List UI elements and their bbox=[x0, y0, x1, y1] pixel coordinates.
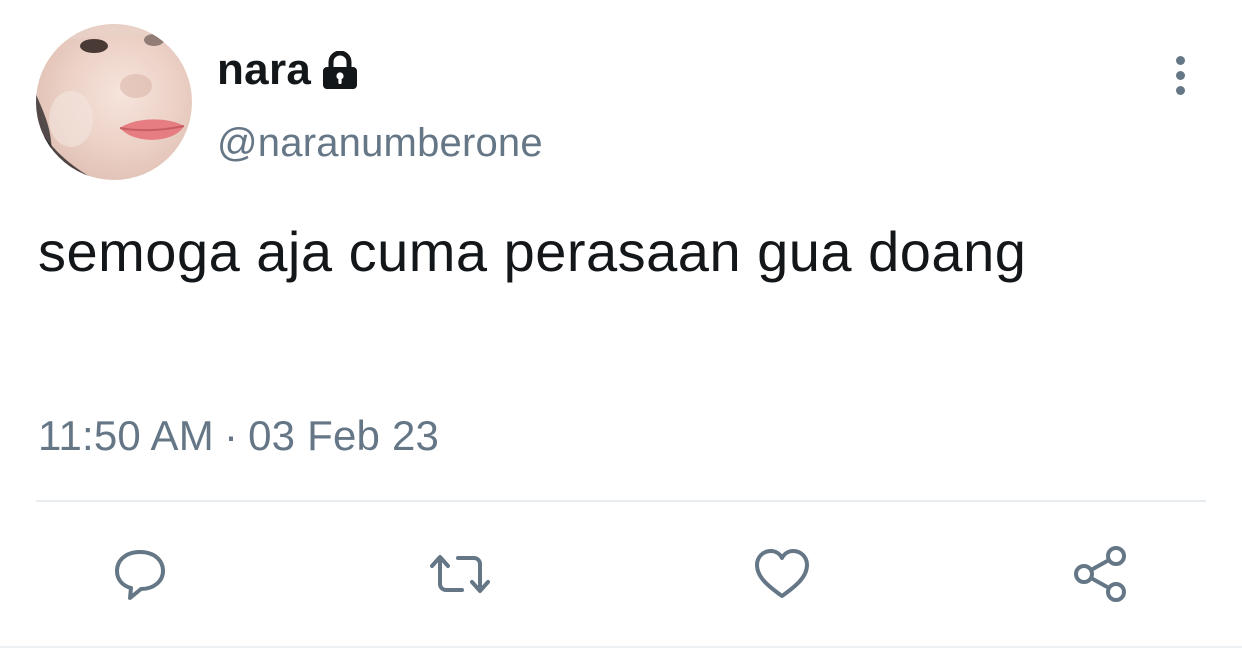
display-name-row: nara bbox=[217, 40, 359, 100]
tweet-date: 03 Feb 23 bbox=[248, 412, 440, 459]
avatar-photo-icon bbox=[36, 24, 192, 180]
tweet-text: semoga aja cuma perasaan gua doang bbox=[38, 220, 1027, 283]
bottom-divider bbox=[0, 646, 1242, 648]
reply-button[interactable] bbox=[108, 542, 172, 606]
tweet-timestamp[interactable]: 11:50 AM · 03 Feb 23 bbox=[38, 412, 439, 460]
more-vertical-icon-dot bbox=[1175, 85, 1185, 95]
reply-icon bbox=[115, 550, 165, 600]
tweet-card: nara @naranumberone semoga aja cuma pera… bbox=[0, 0, 1242, 666]
user-handle[interactable]: @naranumberone bbox=[217, 121, 543, 166]
retweet-icon bbox=[430, 555, 490, 593]
like-icon bbox=[755, 549, 809, 598]
tweet-time: 11:50 AM bbox=[38, 412, 214, 459]
display-name[interactable]: nara bbox=[217, 45, 311, 95]
share-icon bbox=[1074, 546, 1126, 602]
avatar[interactable] bbox=[36, 24, 192, 180]
like-button[interactable] bbox=[750, 542, 814, 606]
share-button[interactable] bbox=[1068, 542, 1132, 606]
timestamp-separator: · bbox=[223, 412, 239, 459]
divider bbox=[36, 500, 1206, 502]
lock-icon bbox=[321, 51, 359, 91]
more-vertical-icon-dot bbox=[1175, 55, 1185, 65]
more-vertical-icon-dot bbox=[1175, 70, 1185, 80]
retweet-button[interactable] bbox=[428, 542, 492, 606]
more-options-button[interactable] bbox=[1160, 50, 1200, 100]
